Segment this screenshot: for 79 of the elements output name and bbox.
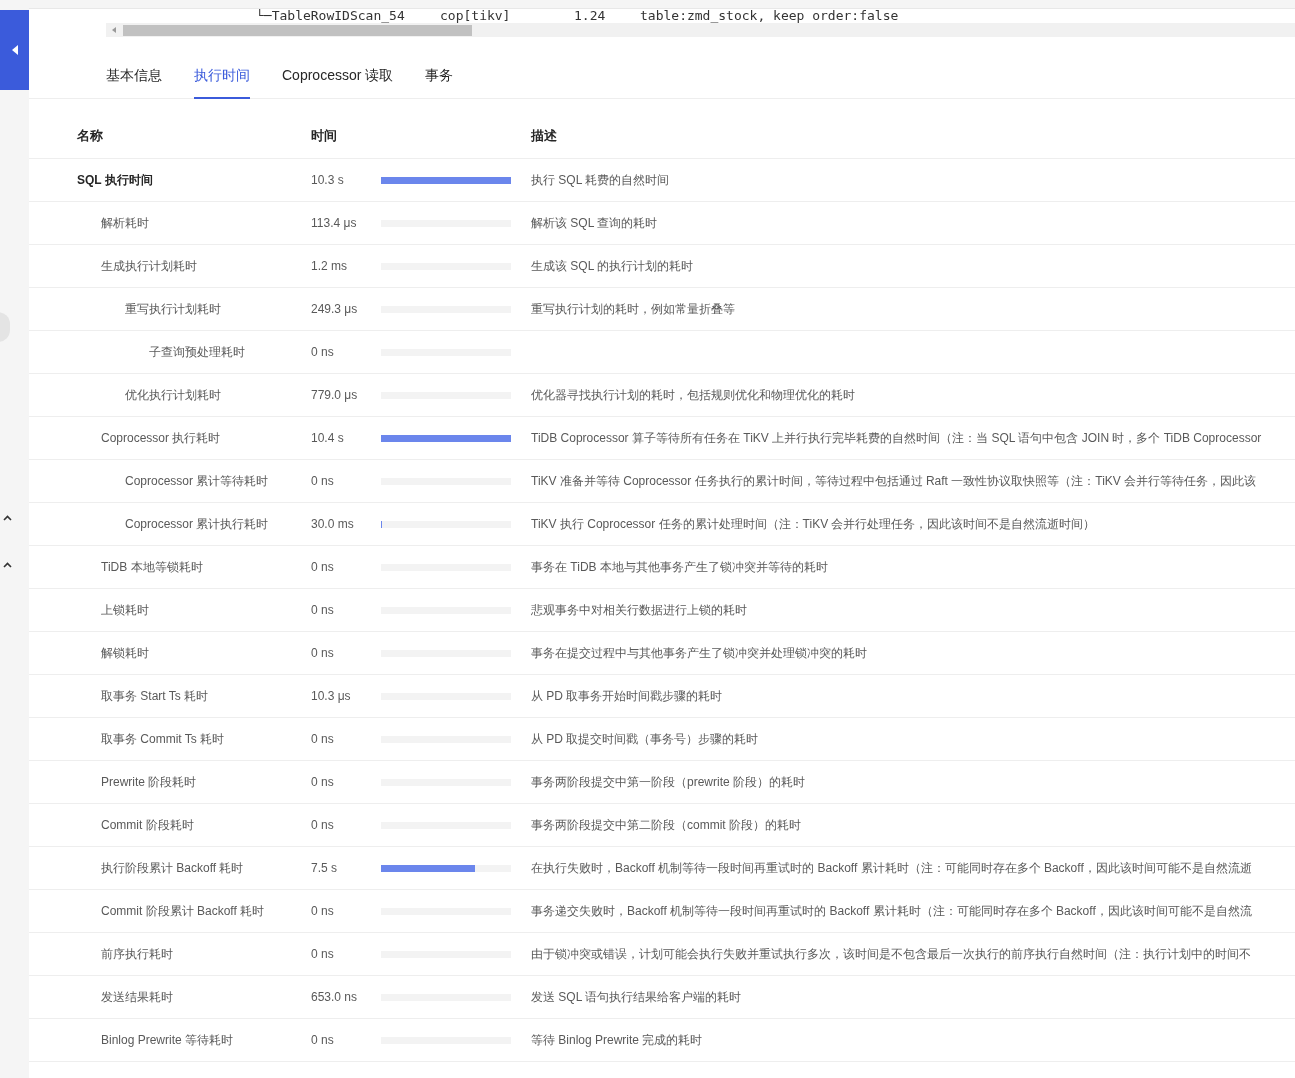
plan-task: cop[tikv] xyxy=(440,9,512,23)
name-cell: 取事务 Commit Ts 耗时 xyxy=(101,732,225,746)
scrollbar-thumb[interactable] xyxy=(123,24,472,36)
time-cell-text: 30.0 ms xyxy=(311,516,355,533)
collapse-sidebar-button[interactable] xyxy=(0,10,29,90)
time-cell-text: 0 ns xyxy=(311,473,335,490)
tab[interactable]: 执行时间 xyxy=(194,61,250,99)
name-cell: TiDB 本地等锁耗时 xyxy=(101,560,203,574)
name-cell: 子查询预处理耗时 xyxy=(149,345,245,359)
plan-est-rows: 1.24 xyxy=(574,9,640,23)
time-cell-text: 7.5 s xyxy=(311,860,338,877)
description-cell-text: 优化器寻找执行计划的耗时，包括规则优化和物理优化的耗时 xyxy=(531,387,855,404)
description-cell-text: 由于锁冲突或错误，计划可能会执行失败并重试执行多次，该时间是不包含最后一次执行的前序执行自然时间（注：执行计划中的时间不 xyxy=(531,946,1251,963)
horizontal-scrollbar[interactable] xyxy=(106,23,1295,37)
name-cell: Coprocessor 执行耗时 xyxy=(101,431,221,445)
description-cell-text: TiKV 执行 Coprocessor 任务的累计处理时间（注：TiKV 会并行处理任务，因此该时间不是自然流逝时间） xyxy=(531,516,1096,533)
name-cell: Commit 阶段累计 Backoff 耗时 xyxy=(101,904,265,918)
column-header: 描述 xyxy=(531,126,557,145)
name-cell: Coprocessor 累计执行耗时 xyxy=(125,517,269,531)
description-cell-text: 解析该 SQL 查询的耗时 xyxy=(531,215,658,232)
description-cell-text: 生成该 SQL 的执行计划的耗时 xyxy=(531,258,694,275)
description-cell-text: TiKV 准备并等待 Coprocessor 任务执行的累计时间，等待过程中包括通过 Raft 一致性协议取快照等（注：TiKV 会并行等待任务，因此该 xyxy=(531,473,1257,490)
time-cell-text: 249.3 μs xyxy=(311,301,359,318)
description-cell-text: TiDB Coprocessor 算子等待所有任务在 TiKV 上并行执行完毕耗费的自然时间（注：当 SQL 语句中包含 JOIN 时，多个 TiDB Coprocessor xyxy=(531,430,1262,447)
time-cell-text: 10.3 s xyxy=(311,172,345,189)
time-cell-text: 0 ns xyxy=(311,946,335,963)
tab[interactable]: Coprocessor 读取 xyxy=(282,61,394,99)
tab[interactable]: 基本信息 xyxy=(106,61,162,99)
description-cell-text: 从 PD 取提交时间戳（事务号）步骤的耗时 xyxy=(531,731,759,748)
name-cell: Commit 阶段耗时 xyxy=(101,818,194,832)
description-cell-text: 悲观事务中对相关行数据进行上锁的耗时 xyxy=(531,602,747,619)
time-cell-text: 0 ns xyxy=(311,731,335,748)
name-cell: 解锁耗时 xyxy=(101,646,149,660)
time-cell-text: 0 ns xyxy=(311,817,335,834)
time-cell-text: 10.4 s xyxy=(311,430,345,447)
caret-left-icon[interactable] xyxy=(112,27,116,33)
tab[interactable]: 事务 xyxy=(425,61,454,99)
time-cell-text: 10.3 μs xyxy=(311,688,352,705)
name-cell: 解析耗时 xyxy=(101,216,149,230)
plan-info: table:zmd_stock, keep order:false xyxy=(640,9,899,23)
time-cell-text: 0 ns xyxy=(311,602,335,619)
description-cell-text: 重写执行计划的耗时，例如常量折叠等 xyxy=(531,301,735,318)
description-cell-text: 事务在 TiDB 本地与其他事务产生了锁冲突并等待的耗时 xyxy=(531,559,828,576)
name-cell: 生成执行计划耗时 xyxy=(101,259,197,273)
caret-up-icon[interactable] xyxy=(3,562,12,568)
description-cell-text: 事务两阶段提交中第一阶段（prewrite 阶段）的耗时 xyxy=(531,774,805,791)
column-header: 时间 xyxy=(311,126,338,145)
description-cell-text: 从 PD 取事务开始时间戳步骤的耗时 xyxy=(531,688,723,705)
time-cell-text: 653.0 ns xyxy=(311,989,359,1006)
name-cell: 重写执行计划耗时 xyxy=(125,302,221,316)
time-cell-text: 779.0 μs xyxy=(311,387,359,404)
description-cell-text: 事务递交失败时，Backoff 机制等待一段时间再重试时的 Backoff 累计耗时（注：可能同时存在多个 Backoff，因此该时间可能不是自然流 xyxy=(531,903,1252,920)
time-cell-text: 113.4 μs xyxy=(311,215,358,232)
time-cell-text: 0 ns xyxy=(311,1032,335,1049)
caret-up-icon[interactable] xyxy=(3,515,12,521)
time-cell-text: 1.2 ms xyxy=(311,258,348,275)
time-cell-text: 0 ns xyxy=(311,559,335,576)
description-cell-text: 在执行失败时，Backoff 机制等待一段时间再重试时的 Backoff 累计耗时（注：可能同时存在多个 Backoff，因此该时间可能不是自然流逝 xyxy=(531,860,1252,877)
description-cell-text: 事务在提交过程中与其他事务产生了锁冲突并处理锁冲突的耗时 xyxy=(531,645,867,662)
column-header: 名称 xyxy=(77,126,104,145)
time-cell-text: 0 ns xyxy=(311,645,335,662)
time-cell-text: 0 ns xyxy=(311,344,335,361)
name-cell: 上锁耗时 xyxy=(101,603,149,617)
name-cell: 前序执行耗时 xyxy=(101,947,173,961)
name-cell: SQL 执行时间 xyxy=(77,173,153,187)
name-cell: 优化执行计划耗时 xyxy=(125,388,221,402)
name-cell: 发送结果耗时 xyxy=(101,990,173,1004)
name-cell: 取事务 Start Ts 耗时 xyxy=(101,689,209,703)
name-cell: Binlog Prewrite 等待耗时 xyxy=(101,1033,234,1047)
name-cell: Coprocessor 累计等待耗时 xyxy=(125,474,269,488)
description-cell-text: 等待 Binlog Prewrite 完成的耗时 xyxy=(531,1032,703,1049)
description-cell-text: 事务两阶段提交中第二阶段（commit 阶段）的耗时 xyxy=(531,817,801,834)
description-cell-text: 执行 SQL 耗费的自然时间 xyxy=(531,172,670,189)
time-cell-text: 0 ns xyxy=(311,903,335,920)
name-cell: 执行阶段累计 Backoff 耗时 xyxy=(101,861,244,875)
time-cell-text: 0 ns xyxy=(311,774,335,791)
name-cell: Prewrite 阶段耗时 xyxy=(101,775,197,789)
caret-left-icon xyxy=(11,45,18,55)
description-cell-text: 发送 SQL 语句执行结果给客户端的耗时 xyxy=(531,989,742,1006)
